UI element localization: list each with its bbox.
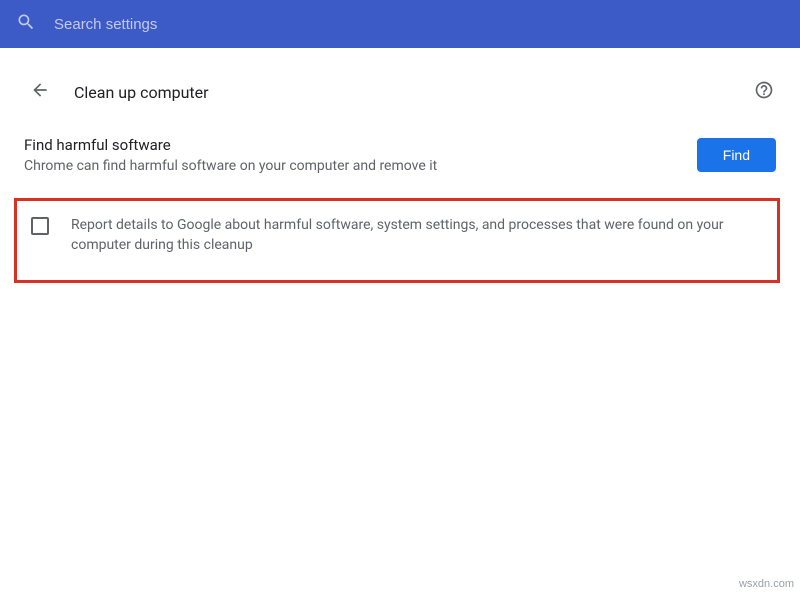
section-description: Chrome can find harmful software on your… <box>24 158 677 174</box>
section-title: Find harmful software <box>24 136 677 154</box>
report-section-highlight: Report details to Google about harmful s… <box>14 198 780 283</box>
back-button[interactable] <box>24 76 56 108</box>
watermark: wsxdn.com <box>739 578 794 590</box>
title-row: Clean up computer <box>0 60 800 124</box>
search-input[interactable] <box>54 16 784 33</box>
page-title: Clean up computer <box>74 83 752 102</box>
help-button[interactable] <box>752 80 776 104</box>
content: Find harmful software Chrome can find ha… <box>0 136 800 283</box>
report-text: Report details to Google about harmful s… <box>71 215 767 256</box>
find-text: Find harmful software Chrome can find ha… <box>24 136 677 174</box>
arrow-back-icon <box>30 80 50 104</box>
search-bar <box>0 0 800 48</box>
find-button[interactable]: Find <box>697 138 776 172</box>
find-section: Find harmful software Chrome can find ha… <box>24 136 776 174</box>
report-checkbox[interactable] <box>31 217 49 235</box>
search-icon <box>16 12 36 36</box>
help-icon <box>754 80 774 104</box>
